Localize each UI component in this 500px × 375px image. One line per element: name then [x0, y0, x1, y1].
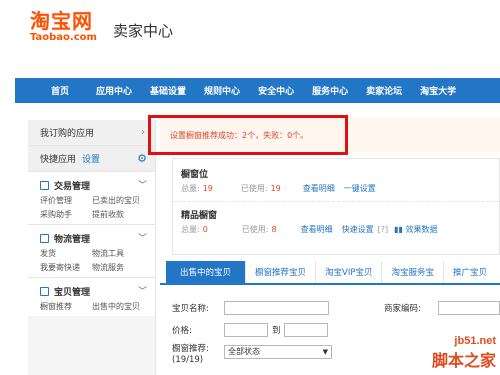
watermark: jb51.net 脚本之家: [432, 335, 496, 371]
sidebar-link[interactable]: 出售中的宝贝: [92, 301, 152, 312]
sidebar: 我订购的应用 › 快捷应用 设置 ⚙ 交易管理 ﹀ 评价管理 已卖出的宝贝 采购…: [28, 120, 156, 375]
section-title: 精品橱窗: [181, 211, 218, 221]
showcase-count: (19/19): [172, 355, 204, 365]
used-value: 19: [270, 183, 281, 193]
view-details-link[interactable]: 查看明细: [303, 183, 335, 194]
logo-text-en: Taobao.com: [30, 32, 97, 43]
view-details-link[interactable]: 查看明细: [301, 224, 333, 235]
item-tabs: 出售中的宝贝 橱窗推荐宝贝 淘宝VIP宝贝 淘宝服务宝 推广宝贝: [160, 261, 500, 285]
shirt-icon: [40, 286, 49, 296]
nav-item-basic-settings[interactable]: 基础设置: [141, 84, 195, 97]
watermark-name: 脚本之家: [431, 351, 496, 370]
section-title: 橱窗位: [181, 170, 209, 180]
chevron-down-icon[interactable]: ﹀: [138, 284, 147, 297]
showcase-filter-label: 橱窗推荐:: [172, 344, 209, 354]
used-value: 8: [271, 224, 277, 234]
price-max-input[interactable]: [284, 323, 328, 337]
chevron-right-icon: ›: [141, 127, 145, 138]
sidebar-group-label: 交易管理: [54, 181, 91, 192]
caret-down-icon: ▼: [322, 348, 328, 356]
total-label: 总量:: [181, 224, 200, 234]
used-label: 已使用:: [241, 224, 269, 234]
effect-data-link[interactable]: ▮▮ 效果数据: [394, 224, 437, 235]
price-to-label: 到: [272, 326, 281, 336]
sidebar-link[interactable]: 评价管理: [40, 195, 92, 206]
item-name-label: 宝贝名称:: [172, 304, 209, 314]
one-click-setup-link[interactable]: 一键设置: [344, 183, 376, 194]
tab-showcase-items[interactable]: 橱窗推荐宝贝: [246, 261, 317, 283]
sidebar-link[interactable]: 提前收款: [92, 209, 152, 220]
sidebar-link[interactable]: 我要寄快递: [40, 262, 92, 273]
nav-item-security[interactable]: 安全中心: [249, 84, 303, 97]
price-min-input[interactable]: [224, 323, 268, 337]
sidebar-group-label: 物流管理: [54, 234, 91, 245]
nav-item-forum[interactable]: 卖家论坛: [357, 84, 411, 97]
sidebar-link[interactable]: 橱窗推荐: [40, 301, 92, 312]
top-nav: 首页 应用中心 基础设置 规则中心 安全中心 服务中心 卖家论坛 淘宝大学: [15, 78, 500, 103]
sidebar-group-label: 宝贝管理: [54, 287, 91, 298]
merchant-code-label: 商家编码:: [384, 304, 421, 314]
showcase-section: 橱窗位 总量: 19 已使用: 19 查看明细 一键设置: [173, 159, 499, 195]
total-value: 0: [202, 224, 208, 234]
document-icon: [40, 180, 49, 190]
logo-text-cn: 淘宝网: [30, 9, 93, 33]
nav-item-rules[interactable]: 规则中心: [195, 84, 249, 97]
sidebar-my-apps[interactable]: 我订购的应用 ›: [28, 120, 155, 146]
highlight-box: [148, 115, 348, 155]
sidebar-link[interactable]: 已卖出的宝贝: [92, 195, 152, 206]
sidebar-group-trade: 交易管理 ﹀ 评价管理 已卖出的宝贝 采购助手 提前收款: [28, 172, 155, 225]
tab-vip-items[interactable]: 淘宝VIP宝贝: [316, 261, 383, 283]
nav-item-university[interactable]: 淘宝大学: [411, 84, 465, 97]
sidebar-quick-apps: 快捷应用 设置 ⚙: [28, 146, 155, 172]
item-name-input[interactable]: [224, 301, 329, 315]
sidebar-link[interactable]: 物流服务: [92, 262, 152, 273]
sidebar-my-apps-label: 我订购的应用: [40, 129, 95, 139]
sidebar-link[interactable]: 物流工具: [92, 248, 152, 259]
tab-on-sale[interactable]: 出售中的宝贝: [166, 261, 247, 283]
nav-item-service[interactable]: 服务中心: [303, 84, 357, 97]
truck-icon: [40, 233, 49, 243]
total-label: 总量:: [181, 183, 200, 193]
price-label: 价格:: [172, 326, 192, 336]
page-title: 卖家中心: [113, 22, 174, 40]
bar-chart-icon: ▮▮: [394, 224, 406, 234]
sidebar-group-logistics: 物流管理 ﹀ 发货 物流工具 我要寄快递 物流服务: [28, 225, 155, 278]
sidebar-link[interactable]: 发货: [40, 248, 92, 259]
status-select[interactable]: 全部状态 ▼: [224, 345, 332, 359]
help-icon[interactable]: [?]: [378, 225, 389, 234]
sidebar-group-items: 宝贝管理 ﹀ 橱窗推荐 出售中的宝贝: [28, 278, 155, 316]
nav-item-home[interactable]: 首页: [15, 84, 87, 97]
sidebar-quick-apps-label: 快捷应用: [40, 155, 77, 165]
premium-showcase-section: 精品橱窗 总量: 0 已使用: 8 查看明细 快速设置 [?] ▮▮ 效果数据: [173, 201, 499, 236]
tab-service-items[interactable]: 淘宝服务宝: [382, 261, 444, 283]
taobao-logo[interactable]: 淘宝网 Taobao.com: [30, 10, 97, 44]
used-label: 已使用:: [240, 183, 268, 193]
chevron-down-icon[interactable]: ﹀: [138, 231, 147, 244]
showcase-panel: 橱窗位 总量: 19 已使用: 19 查看明细 一键设置 精品橱窗 总量: 0 …: [172, 158, 500, 255]
tab-promo-items[interactable]: 推广宝贝: [444, 261, 496, 283]
chevron-down-icon[interactable]: ﹀: [138, 178, 147, 191]
watermark-url: jb51.net: [454, 335, 496, 347]
merchant-code-input[interactable]: [438, 301, 500, 315]
sidebar-settings-link[interactable]: 设置: [82, 152, 100, 165]
sidebar-link[interactable]: 采购助手: [40, 209, 92, 220]
status-select-value: 全部状态: [228, 347, 260, 356]
header: 淘宝网 Taobao.com 卖家中心: [0, 0, 500, 78]
quick-setup-link[interactable]: 快速设置: [342, 224, 374, 235]
nav-item-app-center[interactable]: 应用中心: [87, 84, 141, 97]
total-value: 19: [202, 183, 213, 193]
gear-icon[interactable]: ⚙: [137, 152, 147, 165]
